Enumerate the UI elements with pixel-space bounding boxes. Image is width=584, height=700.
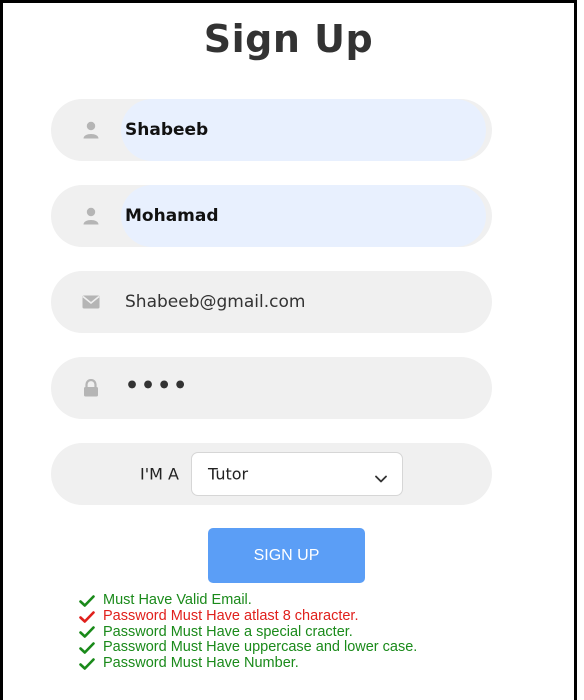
first-name-value: Shabeeb	[125, 120, 209, 140]
lock-icon	[81, 378, 101, 398]
password-field[interactable]: ••••	[51, 357, 492, 419]
rule-text: Password Must Have uppercase and lower c…	[103, 639, 418, 656]
check-icon	[79, 658, 95, 670]
email-value: Shabeeb@gmail.com	[125, 292, 306, 312]
page-title: Sign Up	[203, 17, 374, 61]
check-icon	[79, 642, 95, 655]
envelope-icon	[81, 292, 101, 312]
last-name-value: Mohamad	[125, 206, 219, 226]
sign-up-button[interactable]: SIGN UP	[208, 528, 365, 583]
user-icon	[81, 120, 101, 140]
role-selected-value: Tutor	[208, 464, 249, 484]
first-name-field[interactable]: Shabeeb	[51, 99, 492, 161]
last-name-field[interactable]: Mohamad	[51, 185, 492, 247]
user-icon	[81, 206, 101, 226]
role-select[interactable]: Tutor	[191, 452, 403, 496]
email-field[interactable]: Shabeeb@gmail.com	[51, 271, 492, 333]
role-label: I'M A	[140, 464, 179, 484]
password-rules-list: Must Have Valid Email. Password Must Hav…	[79, 592, 417, 672]
password-value: ••••	[125, 373, 190, 399]
check-icon	[79, 610, 95, 623]
rule-special-char: Password Must Have a special cracter.	[79, 623, 417, 641]
signup-panel: Sign Up Shabeeb Mohamad Shabeeb@gmail.co…	[0, 0, 577, 700]
role-field: I'M A Tutor	[51, 443, 492, 505]
rule-text: Password Must Have atlast 8 character.	[103, 607, 359, 624]
rule-text: Must Have Valid Email.	[103, 592, 252, 608]
rule-valid-email: Must Have Valid Email.	[79, 592, 417, 609]
chevron-down-icon	[374, 469, 388, 483]
rule-number: Password Must Have Number.	[79, 655, 417, 672]
rule-text: Password Must Have Number.	[103, 655, 299, 672]
check-icon	[79, 595, 95, 607]
rule-upper-lower: Password Must Have uppercase and lower c…	[79, 640, 417, 656]
rule-min-length: Password Must Have atlast 8 character.	[79, 607, 417, 625]
check-icon	[79, 626, 95, 639]
rule-text: Password Must Have a special cracter.	[103, 623, 353, 640]
